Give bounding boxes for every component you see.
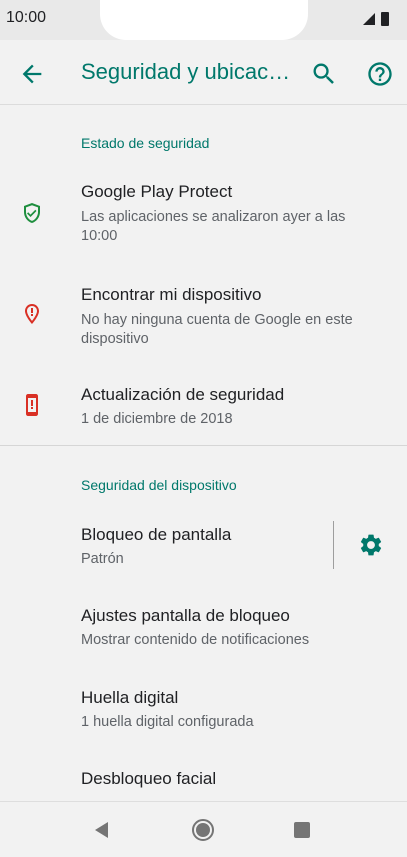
signal-battery-icon	[363, 12, 389, 26]
page-title: Seguridad y ubicac…	[81, 59, 291, 84]
section-divider	[0, 445, 407, 446]
phone-alert-icon	[20, 393, 44, 417]
list-item-fingerprint[interactable]: Huella digital 1 huella digital configur…	[0, 671, 407, 747]
vertical-divider	[333, 521, 334, 569]
display-notch	[100, 0, 308, 40]
help-button[interactable]	[366, 60, 394, 88]
list-item-security-update[interactable]: Actualización de seguridad 1 de diciembr…	[0, 367, 407, 443]
list-item-title: Desbloqueo facial	[81, 769, 217, 788]
list-item-title: Actualización de seguridad	[81, 385, 285, 404]
search-button[interactable]	[310, 60, 338, 88]
list-item-lock-screen-settings[interactable]: Ajustes pantalla de bloqueo Mostrar cont…	[0, 589, 407, 665]
list-item-subtitle: 1 huella digital configurada	[81, 714, 254, 730]
help-icon	[368, 62, 392, 86]
gear-icon[interactable]	[358, 532, 384, 558]
triangle-back-icon	[95, 822, 108, 838]
list-item-title: Ajustes pantalla de bloqueo	[81, 606, 290, 625]
status-icons	[363, 12, 393, 31]
arrow-back-icon	[22, 64, 42, 84]
list-item-play-protect[interactable]: Google Play Protect Las aplicaciones se …	[0, 167, 407, 251]
circle-home-icon	[192, 819, 214, 841]
status-time: 10:00	[6, 9, 47, 26]
list-item-subtitle: Patrón	[81, 551, 124, 567]
location-alert-icon	[20, 302, 44, 326]
system-navigation-bar	[0, 801, 407, 857]
list-item-face-unlock[interactable]: Desbloqueo facial	[0, 753, 407, 800]
status-bar: 10:00	[0, 0, 407, 40]
section-header-security-status: Estado de seguridad	[81, 135, 210, 151]
settings-list[interactable]: Estado de seguridad Google Play Protect …	[0, 105, 407, 800]
search-icon	[313, 63, 334, 84]
section-header-device-security: Seguridad del dispositivo	[81, 477, 237, 493]
list-item-title: Encontrar mi dispositivo	[81, 285, 262, 304]
list-item-screen-lock[interactable]: Bloqueo de pantalla Patrón	[0, 507, 407, 583]
nav-recents-button[interactable]	[294, 822, 310, 838]
nav-home-button[interactable]	[191, 818, 215, 842]
list-item-title: Huella digital	[81, 688, 179, 707]
back-button[interactable]	[18, 60, 46, 88]
app-bar: Seguridad y ubicac…	[0, 40, 407, 105]
list-item-title: Google Play Protect	[81, 182, 233, 201]
list-item-find-device[interactable]: Encontrar mi dispositivo No hay ninguna …	[0, 268, 407, 352]
nav-back-button[interactable]	[92, 820, 112, 840]
list-item-title: Bloqueo de pantalla	[81, 525, 232, 544]
list-item-subtitle: No hay ninguna cuenta de Google en este …	[81, 312, 353, 347]
list-item-subtitle: Las aplicaciones se analizaron ayer a la…	[81, 209, 346, 244]
list-item-subtitle: Mostrar contenido de notificaciones	[81, 632, 310, 648]
list-item-subtitle: 1 de diciembre de 2018	[81, 411, 233, 427]
shield-check-icon	[20, 201, 44, 225]
